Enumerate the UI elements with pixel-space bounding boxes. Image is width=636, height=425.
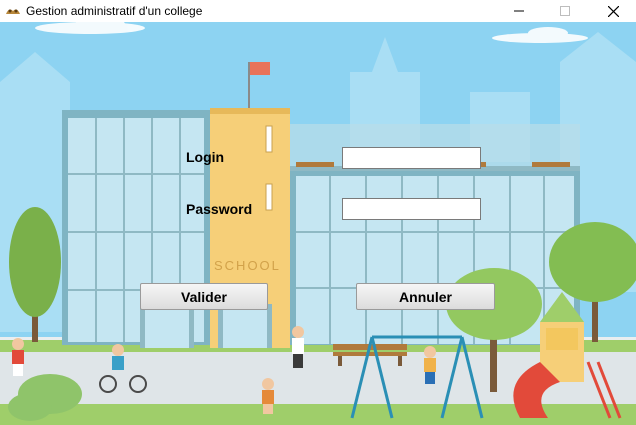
annuler-button[interactable]: Annuler — [356, 283, 495, 310]
title-bar: Gestion administratif d'un college — [0, 0, 636, 22]
background-scene: SCHOOL Login Password Valider Annuler — [0, 22, 636, 425]
close-button[interactable] — [590, 0, 636, 22]
school-illustration: SCHOOL — [0, 22, 636, 425]
window-title: Gestion administratif d'un college — [26, 4, 203, 18]
login-label: Login — [186, 149, 225, 165]
school-sign: SCHOOL — [214, 258, 281, 273]
maximize-button[interactable] — [542, 0, 588, 22]
minimize-button[interactable] — [496, 0, 542, 22]
password-label: Password — [186, 201, 253, 217]
cloud-left — [35, 22, 145, 34]
minimize-icon — [514, 10, 524, 12]
login-input[interactable] — [342, 147, 481, 169]
app-window: Gestion administratif d'un college SCHOO… — [0, 0, 636, 425]
valider-button[interactable]: Valider — [140, 283, 268, 310]
password-input[interactable] — [342, 198, 481, 220]
close-icon — [607, 5, 619, 17]
app-logo-icon — [6, 9, 20, 14]
maximize-icon — [560, 6, 570, 16]
